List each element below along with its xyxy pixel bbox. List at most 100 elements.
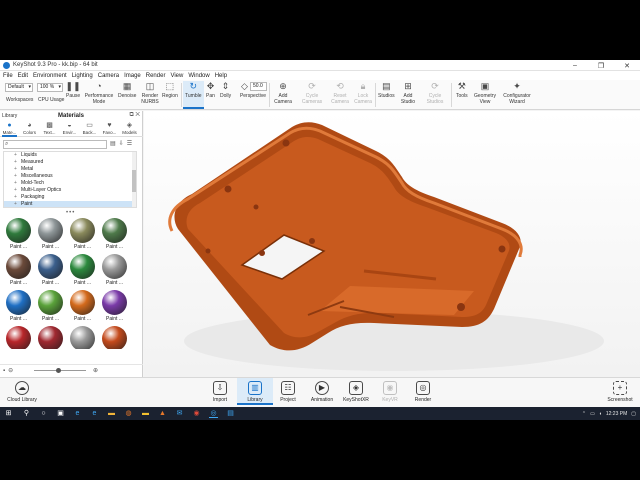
volume-icon[interactable]: ◖ xyxy=(599,411,602,417)
fov-input[interactable]: 50.0 xyxy=(250,82,267,91)
region-button[interactable]: ⬚ Region xyxy=(162,81,178,100)
material-thumbnail[interactable]: Paint ... xyxy=(35,217,66,255)
material-thumbnail[interactable]: Paint ... xyxy=(67,217,98,255)
tab-textures[interactable]: ▩ Text... xyxy=(42,121,57,135)
keyvr-button[interactable]: ◉ KeyVR xyxy=(372,381,408,403)
mail-icon[interactable]: ✉ xyxy=(175,409,184,418)
reset-camera-button[interactable]: ⟲ Reset Camera xyxy=(329,81,351,106)
pause-button[interactable]: ❚❚ Pause xyxy=(66,81,81,100)
material-thumbnail[interactable] xyxy=(35,325,66,349)
small-thumb-icon[interactable]: ▪ xyxy=(3,368,5,374)
maximize-icon[interactable]: ❐ xyxy=(588,60,614,71)
configurator-wizard-button[interactable]: ✦ Configurator Wizard xyxy=(500,81,534,106)
material-thumbnail[interactable]: Paint ... xyxy=(35,289,66,327)
panel-splitter-handle[interactable]: ••• xyxy=(66,210,75,216)
menu-render[interactable]: Render xyxy=(146,73,166,79)
tree-scroll-thumb[interactable] xyxy=(132,170,136,192)
menu-help[interactable]: Help xyxy=(215,73,227,79)
menu-file[interactable]: File xyxy=(3,73,13,79)
cortana-icon[interactable]: ○ xyxy=(39,409,48,418)
render-nurbs-button[interactable]: ◫ Render NURBS xyxy=(140,81,160,106)
library-search-input[interactable]: ⌕ xyxy=(3,140,107,149)
material-thumbnail[interactable]: Paint ... xyxy=(99,217,130,255)
firefox-icon[interactable]: ◍ xyxy=(124,409,133,418)
menu-image[interactable]: Image xyxy=(124,73,141,79)
tree-scrollbar[interactable] xyxy=(132,152,136,207)
tools-button[interactable]: ⚒ Tools xyxy=(456,81,468,100)
folder-icon[interactable]: ▬ xyxy=(141,409,150,418)
list-view-icon[interactable]: ☰ xyxy=(127,140,132,149)
menu-environment[interactable]: Environment xyxy=(33,73,67,79)
clock[interactable]: 12:23 PM xyxy=(606,411,627,417)
tab-environments[interactable]: ◒ Envir... xyxy=(62,121,77,135)
material-thumbnail[interactable]: Paint ... xyxy=(35,253,66,291)
tab-models[interactable]: ◈ Models xyxy=(122,121,137,135)
file-explorer-icon[interactable]: ▬ xyxy=(107,409,116,418)
material-thumbnail[interactable]: Paint ... xyxy=(99,253,130,291)
menu-window[interactable]: Window xyxy=(188,73,209,79)
menu-edit[interactable]: Edit xyxy=(18,73,28,79)
material-thumbnail[interactable]: Paint ... xyxy=(67,253,98,291)
tree-item[interactable]: Liquids xyxy=(4,152,136,159)
pan-button[interactable]: ✥ Pan xyxy=(205,81,216,100)
material-thumbnail[interactable] xyxy=(99,325,130,349)
close-icon[interactable]: ✕ xyxy=(614,60,640,71)
import-button[interactable]: ⇩ Import xyxy=(202,381,238,403)
perspective-control[interactable]: ◇ 50.0 Perspective xyxy=(238,81,268,99)
material-thumbnail[interactable]: Paint ... xyxy=(99,289,130,327)
tab-backplates[interactable]: ▭ Back... xyxy=(82,121,97,135)
material-thumbnail[interactable]: Paint ... xyxy=(3,217,34,255)
import-icon[interactable]: ⇩ xyxy=(119,140,124,149)
app-icon[interactable]: ▤ xyxy=(226,409,235,418)
edge-icon[interactable]: e xyxy=(90,409,99,418)
dolly-button[interactable]: ⇕ Dolly xyxy=(220,81,231,100)
notifications-icon[interactable]: ▢ xyxy=(631,411,636,417)
screenshot-button[interactable]: + Screenshot xyxy=(602,381,638,403)
zoom-out-icon[interactable]: ⊖ xyxy=(8,367,13,374)
geometry-view-button[interactable]: ▣ Geometry View xyxy=(473,81,497,106)
network-icon[interactable]: ▭ xyxy=(590,411,595,417)
material-thumbnail[interactable] xyxy=(3,325,34,349)
library-button[interactable]: ▥ Library xyxy=(237,378,273,405)
tumble-button[interactable]: ↻ Tumble xyxy=(183,81,204,109)
animation-button[interactable]: ▶ Animation xyxy=(304,381,340,403)
material-thumbnail[interactable]: Paint ... xyxy=(67,289,98,327)
vlc-icon[interactable]: ▲ xyxy=(158,409,167,418)
cpu-usage-select[interactable]: 100 % xyxy=(37,83,63,92)
minimize-icon[interactable]: – xyxy=(562,60,588,71)
tree-item[interactable]: Measured xyxy=(4,159,136,166)
material-thumbnail[interactable]: Paint ... xyxy=(3,289,34,327)
search-icon[interactable]: ⚲ xyxy=(22,409,31,418)
folder-icon[interactable]: ▤ xyxy=(110,140,116,149)
tree-item[interactable]: Multi-Layer Optics xyxy=(4,187,136,194)
render-viewport[interactable] xyxy=(144,111,640,377)
workspace-select[interactable]: Default xyxy=(5,83,33,92)
tab-favorites[interactable]: ♥ Favo... xyxy=(102,121,117,135)
cloud-library-button[interactable]: ☁ Cloud Library xyxy=(4,381,40,403)
menu-lighting[interactable]: Lighting xyxy=(72,73,93,79)
keyshot-taskbar-icon[interactable]: ◎ xyxy=(209,409,218,418)
edge-icon[interactable]: e xyxy=(73,409,82,418)
project-button[interactable]: ☷ Project xyxy=(270,381,306,403)
add-camera-button[interactable]: ⊕ Add Camera xyxy=(272,81,294,106)
performance-mode-button[interactable]: ◔ Performance Mode xyxy=(84,81,114,106)
material-thumbnail[interactable] xyxy=(67,325,98,349)
tree-item-selected[interactable]: Paint xyxy=(4,201,136,207)
denoise-button[interactable]: ▦ Denoise xyxy=(118,81,136,100)
cycle-cameras-button[interactable]: ⟳ Cycle Cameras xyxy=(300,81,324,106)
menu-camera[interactable]: Camera xyxy=(98,73,119,79)
slider-knob[interactable] xyxy=(56,368,61,373)
material-thumbnail[interactable]: Paint ... xyxy=(3,253,34,291)
tray-arrow-icon[interactable]: ⌃ xyxy=(582,411,586,417)
cycle-studios-button[interactable]: ⟳ Cycle Studios xyxy=(424,81,446,106)
zoom-in-icon[interactable]: ⊕ xyxy=(93,367,98,374)
panel-close-icon[interactable]: ⧉ ✕ xyxy=(129,112,140,119)
add-studio-button[interactable]: ⊞ Add Studio xyxy=(398,81,418,106)
tree-item[interactable]: Mold-Tech xyxy=(4,180,136,187)
lock-camera-button[interactable]: 🔒︎ Lock Camera xyxy=(352,81,374,106)
render-button[interactable]: ◎ Render xyxy=(405,381,441,403)
tab-materials[interactable]: ● Mate... xyxy=(2,121,17,137)
thumbnail-size-slider[interactable] xyxy=(34,368,86,373)
studios-button[interactable]: ▤ Studios xyxy=(378,81,395,100)
windows-start-icon[interactable]: ⊞ xyxy=(4,409,13,418)
